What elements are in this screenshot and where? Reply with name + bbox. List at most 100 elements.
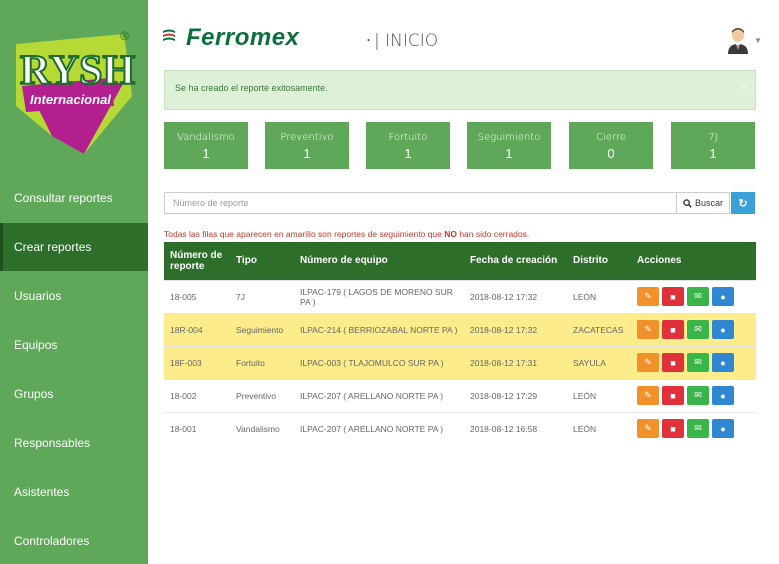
cell-tipo: Preventivo — [230, 378, 294, 412]
envelope-icon: ✉ — [694, 390, 702, 400]
email-button[interactable]: ✉ — [687, 353, 709, 372]
stat-cierre[interactable]: Cierre 0 — [569, 122, 653, 169]
cell-distrito: LEÓN — [567, 411, 631, 445]
stat-value: 1 — [202, 146, 210, 161]
stat-vandalismo[interactable]: Vandalismo 1 — [164, 122, 248, 169]
stat-7j[interactable]: 7J 1 — [671, 122, 755, 169]
edit-button[interactable]: ✎ — [637, 320, 659, 339]
cell-num: 18-001 — [164, 411, 230, 445]
table-row[interactable]: 18R-004 Seguimiento ILPAC-214 ( BERRIOZABA… — [164, 312, 756, 346]
registered-mark: ® — [120, 29, 129, 43]
chevron-down-icon[interactable]: ▼ — [754, 36, 762, 45]
refresh-icon: ↻ — [738, 197, 748, 210]
email-button[interactable]: ✉ — [687, 287, 709, 306]
email-button[interactable]: ✉ — [687, 320, 709, 339]
email-button[interactable]: ✉ — [687, 419, 709, 439]
trash-icon: ■ — [670, 423, 676, 434]
sidebar-item-equipos[interactable]: Equipos — [0, 321, 148, 369]
sidebar-item-label: Responsables — [14, 436, 91, 450]
sidebar-item-label: Asistentes — [14, 485, 70, 499]
stat-value: 1 — [303, 146, 311, 161]
header: Ferromex . | INICIO ▼ — [148, 0, 779, 62]
search-input[interactable]: Número de reporte — [164, 192, 677, 214]
search-icon — [683, 198, 692, 208]
table-row[interactable]: 18-001 Vandalismo ILPAC-207 ( ARELLANO NOR… — [164, 411, 756, 445]
delete-button[interactable]: ■ — [662, 320, 684, 339]
envelope-icon: ✉ — [694, 324, 702, 334]
view-button[interactable]: ● — [712, 320, 734, 339]
cell-fecha: 2018-08-12 17:32 — [464, 312, 567, 346]
view-button[interactable]: ● — [712, 353, 734, 372]
cell-fecha: 2018-08-12 17:29 — [464, 378, 567, 412]
row-actions: ✎ ■ ✉ ● — [637, 386, 750, 405]
pencil-icon: ✎ — [644, 390, 652, 400]
table-row[interactable]: 18F-003 Fortuito ILPAC-003 ( TLAJOMULCO SU… — [164, 345, 756, 379]
sidebar-item-label: Controladores — [14, 534, 90, 548]
pencil-icon: ✎ — [644, 357, 652, 367]
table-row[interactable]: 18-005 7J ILPAC-179 ( LAGOS DE MORENO SUR … — [164, 279, 756, 313]
cell-acciones: ✎ ■ ✉ ● — [631, 378, 756, 412]
refresh-button[interactable]: ↻ — [731, 192, 755, 214]
stat-label: Seguimiento — [477, 132, 541, 143]
edit-button[interactable]: ✎ — [637, 419, 659, 439]
row-actions: ✎ ■ ✉ ● — [637, 419, 750, 439]
cell-distrito: LEÓN — [567, 378, 631, 412]
stat-label: Fortuito — [388, 132, 428, 143]
brand-name: Ferromex — [186, 24, 300, 51]
page-title: | INICIO — [374, 31, 439, 51]
trash-icon: ■ — [670, 357, 676, 368]
stat-seguimiento[interactable]: Seguimiento 1 — [467, 122, 551, 169]
cell-num: 18-005 — [164, 279, 230, 313]
sidebar-item-responsables[interactable]: Responsables — [0, 419, 148, 467]
table-header-row: Número de reporte Tipo Número de equipo … — [164, 242, 756, 280]
close-icon[interactable]: × — [741, 83, 747, 94]
pencil-icon: ✎ — [644, 423, 652, 434]
delete-button[interactable]: ■ — [662, 287, 684, 306]
delete-button[interactable]: ■ — [662, 386, 684, 405]
edit-button[interactable]: ✎ — [637, 287, 659, 306]
view-button[interactable]: ● — [712, 419, 734, 439]
stat-preventivo[interactable]: Preventivo 1 — [265, 122, 349, 169]
envelope-icon: ✉ — [694, 423, 702, 434]
sidebar-item-controladores[interactable]: Controladores — [0, 517, 148, 564]
eye-icon: ● — [720, 324, 726, 335]
view-button[interactable]: ● — [712, 287, 734, 306]
rysh-logo: RYSH Internacional ® — [16, 29, 136, 154]
edit-button[interactable]: ✎ — [637, 353, 659, 372]
envelope-icon: ✉ — [694, 291, 702, 301]
cell-tipo: Fortuito — [230, 345, 294, 379]
sidebar-item-grupos[interactable]: Grupos — [0, 370, 148, 418]
cell-fecha: 2018-08-12 17:32 — [464, 279, 567, 313]
table-row[interactable]: 18-002 Preventivo ILPAC-207 ( ARELLANO NOR… — [164, 378, 756, 412]
sidebar-item-crear-reportes[interactable]: Crear reportes — [0, 223, 148, 271]
edit-button[interactable]: ✎ — [637, 386, 659, 405]
sidebar-item-usuarios[interactable]: Usuarios — [0, 272, 148, 320]
cell-num: 18R-004 — [164, 312, 230, 346]
stat-label: 7J — [708, 132, 718, 143]
search-button[interactable]: Buscar — [676, 192, 730, 214]
delete-button[interactable]: ■ — [662, 419, 684, 439]
cell-tipo: Seguimiento — [230, 312, 294, 346]
view-button[interactable]: ● — [712, 386, 734, 405]
reports-table: Número de reporte Tipo Número de equipo … — [164, 242, 756, 445]
pencil-icon: ✎ — [644, 324, 652, 334]
notice-text-end: han sido cerrados. — [456, 229, 530, 239]
trash-icon: ■ — [670, 291, 676, 302]
app: RYSH Internacional ® Consultar reportes … — [0, 0, 779, 564]
col-numero-reporte: Número de reporte — [170, 249, 223, 272]
email-button[interactable]: ✉ — [687, 386, 709, 405]
eye-icon: ● — [720, 357, 726, 368]
stat-value: 1 — [505, 146, 513, 161]
sidebar-item-label: Consultar reportes — [14, 191, 113, 205]
logo-subtext: Internacional — [30, 92, 111, 107]
stat-label: Vandalismo — [177, 132, 235, 143]
cell-fecha: 2018-08-12 17:31 — [464, 345, 567, 379]
table-body: 18-005 7J ILPAC-179 ( LAGOS DE MORENO SUR … — [164, 279, 756, 445]
sidebar-item-consultar-reportes[interactable]: Consultar reportes — [0, 174, 148, 222]
user-avatar-icon[interactable] — [726, 26, 750, 54]
stat-fortuito[interactable]: Fortuito 1 — [366, 122, 450, 169]
cell-acciones: ✎ ■ ✉ ● — [631, 312, 756, 346]
delete-button[interactable]: ■ — [662, 353, 684, 372]
sidebar-item-asistentes[interactable]: Asistentes — [0, 468, 148, 516]
eye-icon: ● — [720, 390, 726, 401]
